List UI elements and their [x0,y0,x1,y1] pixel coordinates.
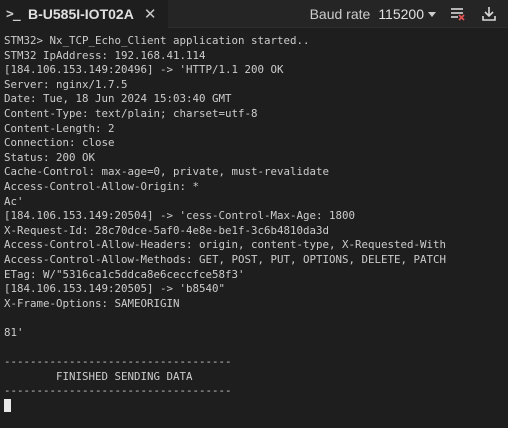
header-bar: >_ B-U585I-IOT02A ✕ Baud rate 115200 [0,0,508,28]
baud-rate-label: Baud rate [309,6,371,22]
tab-b-u585i-iot02a[interactable]: >_ B-U585I-IOT02A ✕ [0,0,168,28]
baud-rate-value: 115200 [378,6,424,22]
console-line: Ac' [4,194,24,208]
console-line: STM32 IpAddress: 192.168.41.114 [4,48,206,62]
console-line: X-Frame-Options: SAMEORIGIN [4,296,180,310]
console-line: Date: Tue, 18 Jun 2024 15:03:40 GMT [4,92,232,106]
console-line: Status: 200 OK [4,150,96,164]
console-line: X-Request-Id: 28c70dce-5af0-4e8e-be1f-3c… [4,223,330,237]
console-line: Connection: close [4,136,115,150]
console-line: ----------------------------------- [4,384,232,398]
console-line: [184.106.153.149:20505] -> 'b8540" [4,282,226,296]
console-line: Content-Length: 2 [4,121,115,135]
console-line: Access-Control-Allow-Methods: GET, POST,… [4,252,447,266]
close-icon[interactable]: ✕ [144,5,157,23]
console-line: ETag: W/"5316ca1c5ddca8e6ceccfce58f3' [4,267,245,281]
console-line: Cache-Control: max-age=0, private, must-… [4,165,330,179]
download-icon [482,7,496,21]
text-cursor [4,399,11,413]
toolbar: Baud rate 115200 [310,0,500,28]
download-button[interactable] [478,3,500,25]
cursor-line [4,399,508,414]
console-line: 81' [4,325,24,339]
console-line: Content-Type: text/plain; charset=utf-8 [4,106,258,120]
console-output[interactable]: STM32> Nx_TCP_Echo_Client application st… [0,34,508,428]
console-line: [184.106.153.149:20504] -> 'cess-Control… [4,209,356,223]
clear-log-icon [451,8,465,21]
console-line: FINISHED SENDING DATA [4,369,193,383]
console-line: Access-Control-Allow-Origin: * [4,179,200,193]
chevron-down-icon [428,11,436,17]
terminal-icon: >_ [6,6,21,22]
baud-rate-select[interactable]: 115200 [378,6,436,22]
console-line: STM32> Nx_TCP_Echo_Client application st… [4,34,310,47]
serial-terminal-window: >_ B-U585I-IOT02A ✕ Baud rate 115200 STM… [0,0,508,428]
console-line: ----------------------------------- [4,355,232,369]
console-line: Access-Control-Allow-Headers: origin, co… [4,238,447,252]
tab-title: B-U585I-IOT02A [28,6,134,22]
clear-log-button[interactable] [446,3,468,25]
console-line: Server: nginx/1.7.5 [4,77,128,91]
console-line: [184.106.153.149:20496] -> 'HTTP/1.1 200… [4,63,284,77]
